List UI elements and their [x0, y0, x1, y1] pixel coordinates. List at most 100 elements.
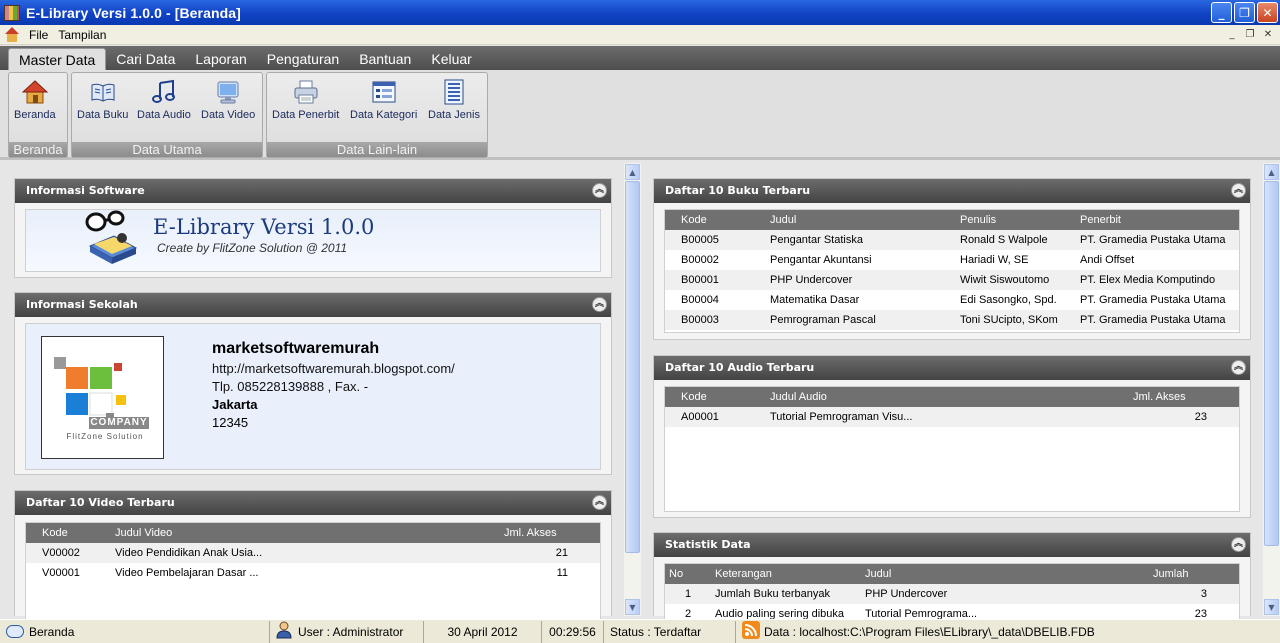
rss-icon	[742, 621, 760, 642]
beranda-button[interactable]: Beranda	[14, 79, 56, 121]
school-phone: Tlp. 085228139888 , Fax. -	[212, 379, 369, 394]
school-info-body: COMPANY FlitZone Solution marketsoftware…	[25, 323, 601, 470]
scroll-down-icon[interactable]: ▼	[1264, 599, 1279, 615]
table-cell: B00002	[681, 254, 719, 266]
table-row[interactable]: V00001 Video Pembelajaran Dasar ... 11	[26, 563, 600, 583]
table-row[interactable]: A00001 Tutorial Pemrograman Visu... 23	[665, 407, 1239, 427]
table-row[interactable]: B00001 PHP Undercover Wiwit Siswoutomo P…	[665, 270, 1239, 290]
collapse-icon[interactable]: ︽	[1231, 183, 1246, 198]
panel-header: Daftar 10 Video Terbaru ︽	[15, 491, 611, 515]
status-registration: Status : Terdaftar	[604, 620, 736, 643]
column-header[interactable]: Judul Video	[111, 523, 500, 543]
table-cell: B00001	[665, 270, 766, 290]
group-caption-data-lain-lain: Data Lain-lain	[267, 142, 487, 157]
column-header[interactable]: No	[665, 564, 711, 584]
close-button[interactable]: ✕	[1257, 2, 1278, 23]
scroll-thumb[interactable]	[625, 181, 640, 553]
table-row[interactable]: B00003 Pemrograman Pascal Toni SUcipto, …	[665, 310, 1239, 330]
panel-video-terbaru: Daftar 10 Video Terbaru ︽ Kode Judul Vide…	[14, 490, 612, 622]
stats-table-container: No Keterangan Judul Jumlah 1 Jumlah Buku…	[664, 563, 1240, 623]
data-audio-button[interactable]: Data Audio	[137, 79, 191, 121]
column-header[interactable]: Penulis	[956, 210, 1076, 230]
mdi-minimize-button[interactable]: _	[1224, 27, 1240, 41]
scroll-up-icon[interactable]: ▲	[625, 164, 640, 180]
collapse-icon[interactable]: ︽	[592, 297, 607, 312]
table-cell: Wiwit Siswoutomo	[956, 270, 1076, 290]
data-jenis-button[interactable]: Data Jenis	[428, 79, 480, 121]
restore-button[interactable]: ❐	[1234, 2, 1255, 23]
data-penerbit-button[interactable]: Data Penerbit	[272, 79, 339, 121]
table-cell: Ronald S Walpole	[956, 230, 1076, 250]
scroll-up-icon[interactable]: ▲	[1264, 164, 1279, 180]
collapse-icon[interactable]: ︽	[592, 495, 607, 510]
tab-pengaturan[interactable]: Pengaturan	[257, 48, 349, 70]
beranda-label: Beranda	[14, 109, 56, 121]
panel-informasi-sekolah: Informasi Sekolah ︽ COMPANY FlitZone Solu…	[14, 292, 612, 475]
data-penerbit-label: Data Penerbit	[272, 109, 340, 121]
status-page-label: Beranda	[29, 624, 75, 639]
school-city: Jakarta	[212, 397, 258, 412]
column-header[interactable]: Penerbit	[1076, 210, 1239, 230]
panel-header: Daftar 10 Buku Terbaru ︽	[654, 179, 1250, 203]
book-table-container: Kode Judul Penulis Penerbit B00005 Penga…	[664, 209, 1240, 333]
collapse-icon[interactable]: ︽	[592, 183, 607, 198]
minimize-button[interactable]: _	[1211, 2, 1232, 23]
tab-laporan[interactable]: Laporan	[185, 48, 256, 70]
data-buku-button[interactable]: Data Buku	[77, 79, 128, 121]
table-cell: Video Pembelajaran Dasar ...	[115, 567, 259, 579]
menu-tampilan[interactable]: Tampilan	[53, 28, 111, 42]
right-vertical-scrollbar[interactable]: ▲ ▼	[1263, 163, 1280, 616]
data-kategori-label: Data Kategori	[350, 109, 418, 121]
tab-cari-data[interactable]: Cari Data	[106, 48, 185, 70]
audio-table-container: Kode Judul Audio Jml. Akses A00001 Tutor…	[664, 386, 1240, 512]
table-row[interactable]: B00004 Matematika Dasar Edi Sasongko, Sp…	[665, 290, 1239, 310]
menu-file[interactable]: File	[24, 28, 53, 42]
collapse-icon[interactable]: ︽	[1231, 537, 1246, 552]
group-caption-data-utama: Data Utama	[72, 142, 262, 157]
table-cell: Pengantar Statiska	[766, 230, 956, 250]
column-header[interactable]: Jml. Akses	[1129, 387, 1239, 407]
product-name: E-Library Versi 1.0.0	[153, 215, 375, 239]
table-row[interactable]: 1 Jumlah Buku terbanyak PHP Undercover 3	[665, 584, 1239, 604]
scroll-thumb[interactable]	[1264, 181, 1279, 546]
tab-bantuan[interactable]: Bantuan	[349, 48, 421, 70]
panel-title: Daftar 10 Audio Terbaru	[665, 361, 815, 374]
mdi-restore-button[interactable]: ❐	[1242, 27, 1258, 41]
data-audio-label: Data Audio	[137, 109, 191, 121]
table-cell: Matematika Dasar	[770, 294, 860, 306]
data-video-button[interactable]: Data Video	[201, 79, 255, 121]
column-header[interactable]: Jml. Akses	[500, 523, 600, 543]
collapse-icon[interactable]: ︽	[1231, 360, 1246, 375]
column-header[interactable]: Keterangan	[711, 564, 861, 584]
ribbon-tab-bar: Master Data Cari Data Laporan Pengaturan…	[0, 46, 1280, 70]
workspace: Informasi Software ︽ E-Library Versi 1.0.…	[0, 163, 1280, 623]
panel-header: Statistik Data ︽	[654, 533, 1250, 557]
table-cell: 11	[556, 567, 568, 579]
table-row[interactable]: V00002 Video Pendidikan Anak Usia... 21	[26, 543, 600, 563]
column-header[interactable]: Judul	[861, 564, 1149, 584]
column-header[interactable]: Judul Audio	[766, 387, 1129, 407]
table-row[interactable]: B00002 Pengantar Akuntansi Hariadi W, SE…	[665, 250, 1239, 270]
tab-keluar[interactable]: Keluar	[421, 48, 481, 70]
data-kategori-button[interactable]: Data Kategori	[350, 79, 417, 121]
left-vertical-scrollbar[interactable]: ▲ ▼	[624, 163, 641, 616]
column-header[interactable]: Kode	[665, 210, 766, 230]
audio-table: Kode Judul Audio Jml. Akses A00001 Tutor…	[665, 387, 1239, 427]
tab-master-data[interactable]: Master Data	[8, 48, 107, 70]
status-bar: Beranda User : Administrator 30 April 20…	[0, 619, 1280, 643]
book-table: Kode Judul Penulis Penerbit B00005 Penga…	[665, 210, 1239, 330]
column-header[interactable]: Kode	[26, 523, 111, 543]
status-user-label: User : Administrator	[298, 624, 404, 639]
group-data-utama: Data Buku Data Audio Data Video Data Uta…	[71, 72, 263, 158]
column-header[interactable]: Kode	[665, 387, 766, 407]
column-header[interactable]: Judul	[766, 210, 956, 230]
monitor-icon	[215, 79, 241, 105]
table-cell: 3	[1149, 584, 1239, 604]
column-header[interactable]: Jumlah	[1149, 564, 1239, 584]
table-row[interactable]: B00005 Pengantar Statiska Ronald S Walpo…	[665, 230, 1239, 250]
group-caption-beranda: Beranda	[9, 142, 67, 157]
title-bar: E-Library Versi 1.0.0 - [Beranda] _ ❐ ✕	[0, 0, 1280, 25]
mdi-close-button[interactable]: ✕	[1260, 27, 1276, 41]
table-cell: Pemrograman Pascal	[766, 310, 956, 330]
scroll-down-icon[interactable]: ▼	[625, 599, 640, 615]
